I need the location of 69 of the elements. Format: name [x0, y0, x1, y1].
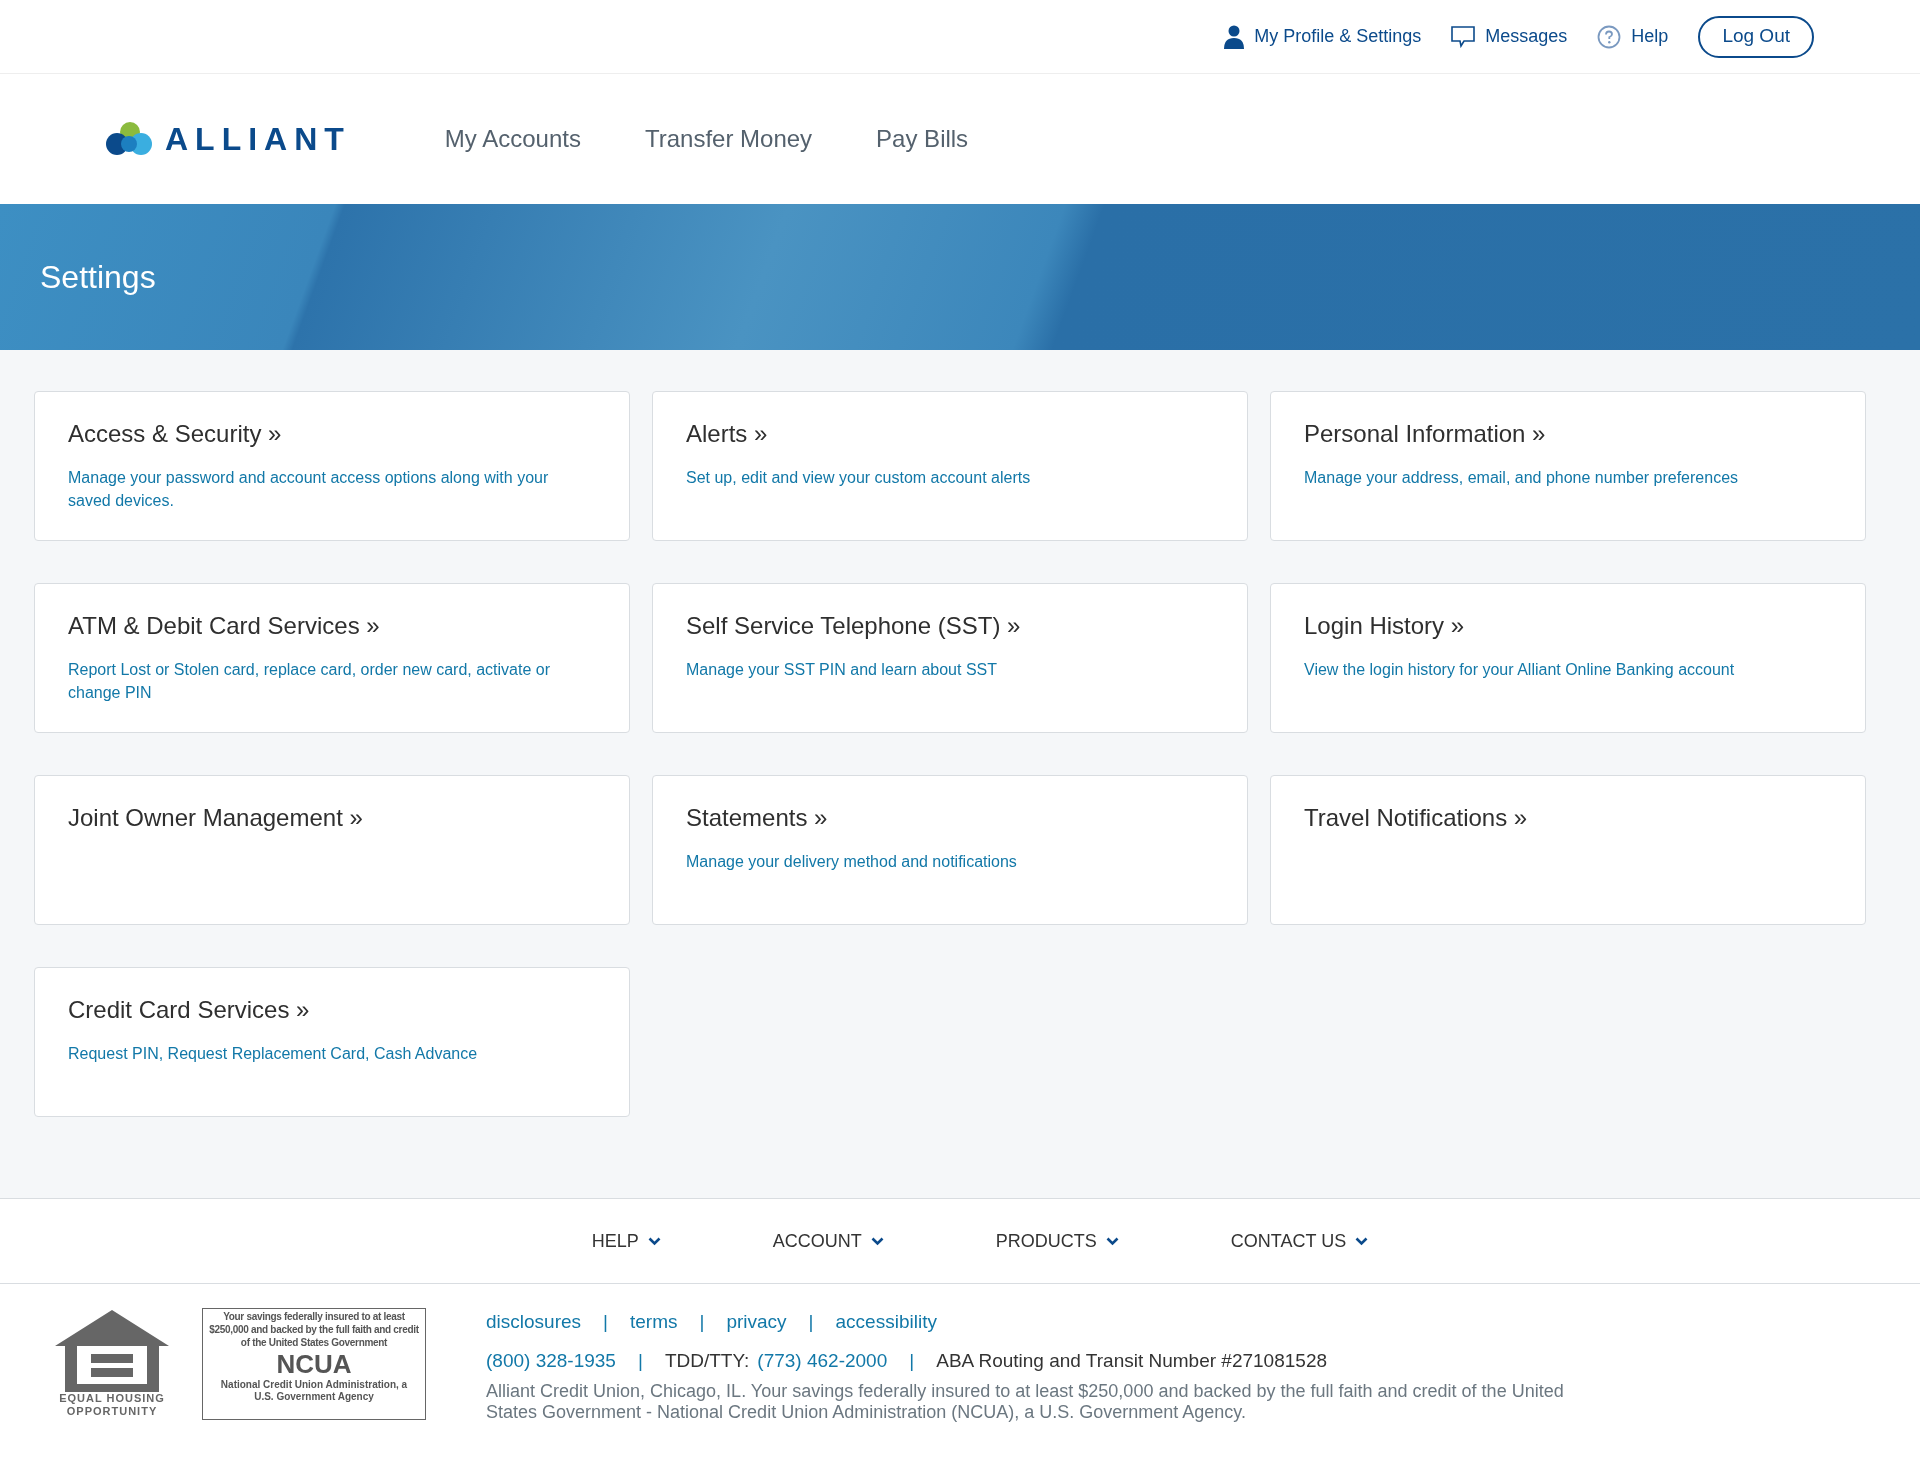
footer-menu-button[interactable]: ACCOUNT: [772, 1227, 884, 1255]
main-nav-link[interactable]: Transfer Money: [644, 121, 813, 157]
circles-logo-icon: [105, 121, 155, 157]
top-nav-link[interactable]: My Profile & Settings: [1224, 23, 1422, 50]
settings-card[interactable]: Joint Owner Management »: [34, 775, 630, 925]
speech-bubble-icon: [1451, 25, 1476, 48]
card-description: Set up, edit and view your custom account alerts: [686, 468, 1032, 488]
separator: |: [698, 1310, 706, 1334]
card-title: Statements »: [686, 803, 829, 833]
separator: |: [807, 1310, 815, 1334]
card-title: Access & Security »: [68, 419, 283, 449]
card-title: Login History »: [1304, 611, 1466, 641]
logo-caption: OPPORTUNITY: [66, 1405, 158, 1418]
card-title: Joint Owner Management »: [68, 803, 364, 833]
footer-link[interactable]: terms: [630, 1308, 678, 1337]
footer-link[interactable]: (800) 328-1935: [486, 1346, 616, 1375]
separator: |: [636, 1348, 644, 1373]
main-nav-link[interactable]: My Accounts: [444, 121, 581, 157]
settings-card[interactable]: Statements » Manage your delivery method and notifications: [652, 775, 1248, 925]
chevron-down-icon: [1105, 1236, 1119, 1246]
card-title: Self Service Telephone (SST) »: [686, 611, 1022, 641]
card-description: Manage your password and account access options along with your saved devices.: [68, 468, 550, 511]
footer-link[interactable]: accessibility: [835, 1308, 937, 1337]
settings-card[interactable]: Personal Information » Manage your address, email, and phone number preferences: [1270, 391, 1866, 541]
chevron-down-icon: [870, 1236, 884, 1246]
card-description: Report Lost or Stolen card, replace card, order new card, activate or change PIN: [68, 660, 551, 703]
help-icon: [1597, 24, 1622, 49]
logo-caption: EQUAL HOUSING: [59, 1392, 165, 1405]
footer-text: ABA Routing and Transit Number #271081528: [936, 1348, 1328, 1373]
ncua-statement: Your savings federally insured to at least $250,000 and backed by the full faith and credit of the United States Government: [208, 1310, 420, 1349]
settings-card[interactable]: Alerts » Set up, edit and view your custom account alerts: [652, 391, 1248, 541]
ncua-name: NCUA: [276, 1349, 352, 1379]
top-nav-link[interactable]: Help: [1597, 23, 1669, 50]
settings-card[interactable]: Travel Notifications »: [1270, 775, 1866, 925]
alliant-logo[interactable]: ALLIANT: [105, 115, 351, 163]
settings-card[interactable]: Self Service Telephone (SST) » Manage your SST PIN and learn about SST: [652, 583, 1248, 733]
logout-button[interactable]: Log Out: [1698, 15, 1814, 58]
settings-card[interactable]: ATM & Debit Card Services » Report Lost or Stolen card, replace card, order new card, activate or change PIN: [34, 583, 630, 733]
separator: |: [908, 1348, 916, 1373]
settings-card[interactable]: Access & Security » Manage your password and account access options along with your saved devices.: [34, 391, 630, 541]
card-description: Request PIN, Request Replacement Card, Cash Advance: [68, 1044, 479, 1064]
card-title: Personal Information »: [1304, 419, 1547, 449]
card-title: Travel Notifications »: [1304, 803, 1529, 833]
top-nav-link[interactable]: Messages: [1451, 23, 1568, 50]
chevron-down-icon: [647, 1236, 661, 1246]
page-title: Settings: [40, 258, 156, 297]
card-title: Credit Card Services »: [68, 995, 311, 1025]
house-icon: [53, 1308, 171, 1392]
person-icon: [1224, 24, 1245, 49]
footer-menu-button[interactable]: PRODUCTS: [995, 1227, 1119, 1255]
footer-link[interactable]: disclosures: [486, 1308, 582, 1337]
chevron-down-icon: [1355, 1236, 1369, 1246]
card-description: Manage your delivery method and notifications: [686, 852, 1018, 872]
card-title: ATM & Debit Card Services »: [68, 611, 381, 641]
ncua-caption: National Credit Union Administration, a U.S. Government Agency: [219, 1379, 409, 1403]
footer-link[interactable]: privacy: [726, 1308, 787, 1337]
footer-menu-button[interactable]: CONTACT US: [1230, 1227, 1369, 1255]
card-description: Manage your SST PIN and learn about SST: [686, 660, 998, 680]
card-description: View the login history for your Alliant Online Banking account: [1304, 660, 1736, 680]
settings-card[interactable]: Credit Card Services » Request PIN, Request Replacement Card, Cash Advance: [34, 967, 630, 1117]
card-description: Manage your address, email, and phone number preferences: [1304, 468, 1740, 488]
card-title: Alerts »: [686, 419, 769, 449]
footer-link[interactable]: (773) 462-2000: [757, 1346, 888, 1375]
settings-card[interactable]: Login History » View the login history for your Alliant Online Banking account: [1270, 583, 1866, 733]
separator: |: [602, 1310, 609, 1334]
main-nav-link[interactable]: Pay Bills: [876, 121, 969, 157]
footer-text: TDD/TTY:: [664, 1348, 750, 1373]
footer-menu-button[interactable]: HELP: [591, 1227, 661, 1255]
legal-text: Alliant Credit Union, Chicago, IL. Your savings federally insured to at least $250,000 and backed by the full faith and credit of the United States Government - National Credit Union Administration (NCUA), a U.S. Government Agency.: [486, 1381, 1565, 1423]
